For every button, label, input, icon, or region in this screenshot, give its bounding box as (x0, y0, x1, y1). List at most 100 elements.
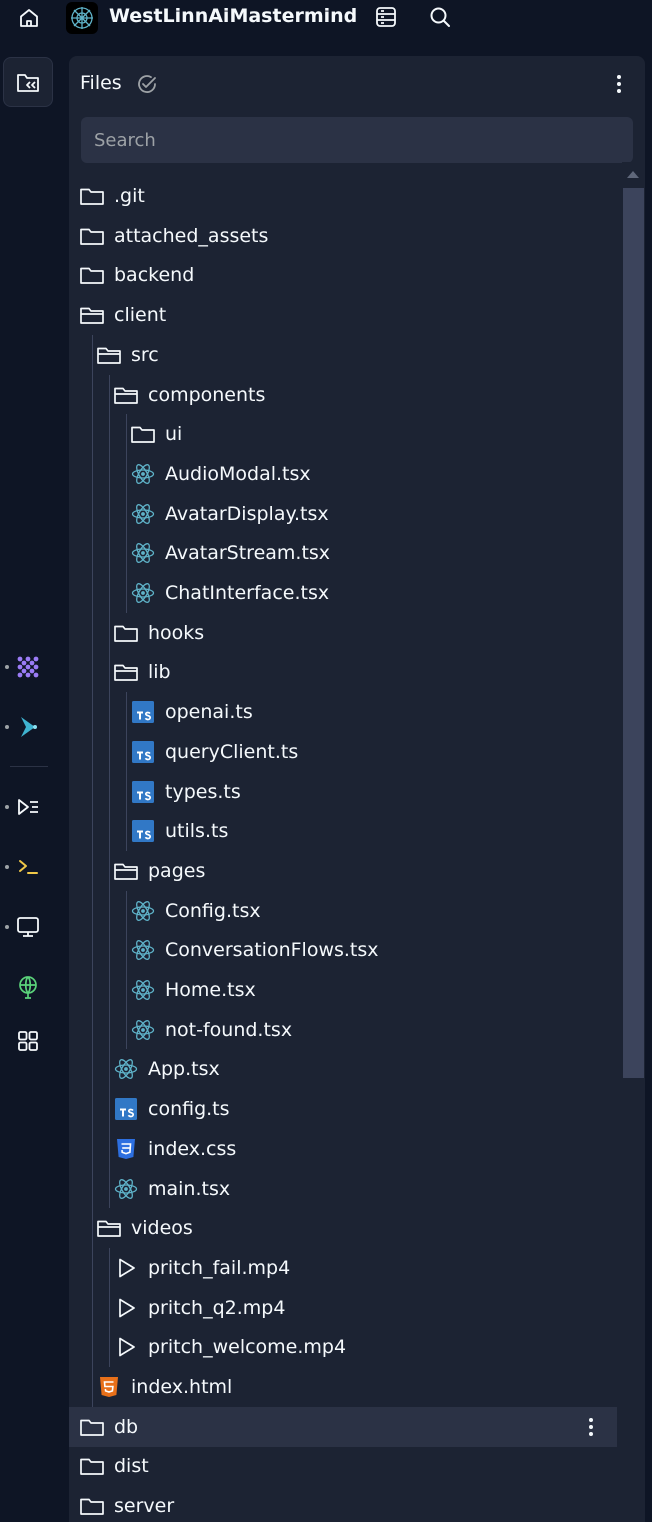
row-more-options-icon[interactable] (579, 1415, 603, 1439)
file-tree-row[interactable]: pritch_q2.mp4 (69, 1288, 617, 1328)
file-tree-row[interactable]: index.css (69, 1129, 617, 1169)
typescript-icon (130, 818, 156, 844)
check-circle-icon (135, 72, 159, 96)
file-tree-row[interactable]: components (69, 375, 617, 415)
file-tree-row[interactable]: lib (69, 652, 617, 692)
folder-icon (79, 1493, 105, 1519)
indent-guide (126, 414, 127, 613)
deployments-icon[interactable] (14, 973, 42, 1001)
file-tree: .git attached_assetsbackend client src compo… (69, 176, 621, 1522)
file-tree-row[interactable]: ui (69, 414, 617, 454)
file-tree-row[interactable]: AvatarDisplay.tsx (69, 494, 617, 534)
file-tree-label: backend (114, 264, 195, 287)
workflows-icon[interactable] (14, 793, 42, 821)
file-tree-label: Config.tsx (165, 899, 261, 922)
indent-guide (126, 890, 127, 1050)
file-tree-row[interactable]: App.tsx (69, 1049, 617, 1089)
file-tree-label: ConversationFlows.tsx (165, 939, 379, 962)
typescript-icon (130, 779, 156, 805)
file-tree-row[interactable]: index.html (69, 1367, 617, 1407)
file-tree-label: utils.ts (165, 820, 229, 843)
search-icon[interactable] (428, 5, 452, 29)
typescript-icon (130, 739, 156, 765)
file-tree-label: ChatInterface.tsx (165, 582, 330, 604)
file-tree-row[interactable]: main.tsx (69, 1169, 617, 1209)
file-tree-row[interactable]: hooks (69, 613, 617, 653)
file-tree-row[interactable]: types.ts (69, 772, 617, 812)
react-icon (130, 540, 156, 566)
all-tools-icon[interactable] (14, 1027, 42, 1055)
file-tree-row[interactable]: db (69, 1406, 617, 1447)
folder-icon (79, 262, 105, 288)
file-tree-row[interactable]: server (69, 1486, 617, 1522)
file-tree-row[interactable]: config.ts (69, 1089, 617, 1129)
file-tree-row[interactable]: AudioModal.tsx (69, 454, 617, 494)
file-tree-label: pritch_fail.mp4 (148, 1256, 291, 1279)
file-tree-row[interactable]: dist (69, 1446, 617, 1486)
file-tree-row[interactable]: client (69, 295, 617, 335)
file-tree-label: server (114, 1495, 175, 1518)
typescript-icon (113, 1096, 139, 1122)
file-tree-row[interactable]: videos (69, 1208, 617, 1248)
file-tree-label: AvatarStream.tsx (165, 542, 331, 565)
file-search-input[interactable] (81, 117, 633, 163)
file-tree-row[interactable]: queryClient.ts (69, 732, 617, 772)
file-tree-row[interactable]: .git (69, 176, 617, 216)
indent-guide (109, 1247, 110, 1367)
file-tree-label: attached_assets (114, 224, 269, 247)
scroll-up-arrow-icon[interactable] (627, 171, 639, 178)
console-icon[interactable] (14, 853, 42, 881)
indent-guide (109, 374, 110, 1209)
file-tree-row[interactable]: attached_assets (69, 216, 617, 256)
file-tree-label: db (114, 1415, 139, 1438)
file-tree-label: AvatarDisplay.tsx (165, 502, 329, 525)
file-tree-label: .git (114, 185, 145, 207)
more-options-icon[interactable] (607, 72, 631, 96)
file-tree-label: config.ts (148, 1098, 230, 1121)
file-tree-row[interactable]: Config.tsx (69, 891, 617, 931)
file-tree-row[interactable]: backend (69, 255, 617, 295)
react-icon (130, 977, 156, 1003)
folder-icon (113, 620, 139, 646)
file-tree-label: App.tsx (148, 1058, 220, 1081)
assistant-icon[interactable] (14, 713, 42, 741)
file-tree-row[interactable]: ChatInterface.tsx (69, 573, 617, 613)
file-tree-label: main.tsx (148, 1177, 231, 1200)
file-tree-row[interactable]: not-found.tsx (69, 1010, 617, 1050)
file-tree-label: components (148, 383, 266, 406)
preview-icon[interactable] (14, 913, 42, 941)
agent-icon[interactable] (14, 653, 42, 681)
folder-open-icon (113, 382, 139, 408)
scrollbar-thumb[interactable] (623, 188, 644, 1078)
file-tree-row[interactable]: ConversationFlows.tsx (69, 930, 617, 970)
file-tree-row[interactable]: utils.ts (69, 811, 617, 851)
folder-open-icon (96, 1215, 122, 1241)
react-icon (113, 1176, 139, 1202)
file-tree-label: openai.ts (165, 701, 253, 724)
home-icon[interactable] (17, 6, 41, 30)
file-tree-row[interactable]: pages (69, 851, 617, 891)
file-tree-label: videos (131, 1217, 193, 1240)
panel-title: Files (80, 72, 122, 94)
file-tree-row[interactable]: AvatarStream.tsx (69, 533, 617, 573)
folder-icon (79, 183, 105, 209)
react-icon (130, 580, 156, 606)
folder-icon (79, 223, 105, 249)
file-tree-row[interactable]: openai.ts (69, 692, 617, 732)
css-icon (113, 1136, 139, 1162)
files-tool-button[interactable] (3, 57, 53, 107)
react-icon (113, 1056, 139, 1082)
folder-open-icon (79, 302, 105, 328)
file-tree-row[interactable]: src (69, 335, 617, 375)
react-icon (130, 461, 156, 487)
file-tree-row[interactable]: pritch_welcome.mp4 (69, 1327, 617, 1367)
folder-collapse-icon (17, 74, 39, 92)
file-tree-row[interactable]: Home.tsx (69, 970, 617, 1010)
react-icon (130, 501, 156, 527)
file-tree-label: hooks (148, 621, 205, 644)
app-title[interactable]: WestLinnAiMastermind (109, 5, 357, 27)
repl-logo-icon[interactable] (66, 2, 98, 34)
folder-open-icon (113, 858, 139, 884)
file-tree-row[interactable]: pritch_fail.mp4 (69, 1248, 617, 1288)
database-icon[interactable] (374, 5, 398, 29)
